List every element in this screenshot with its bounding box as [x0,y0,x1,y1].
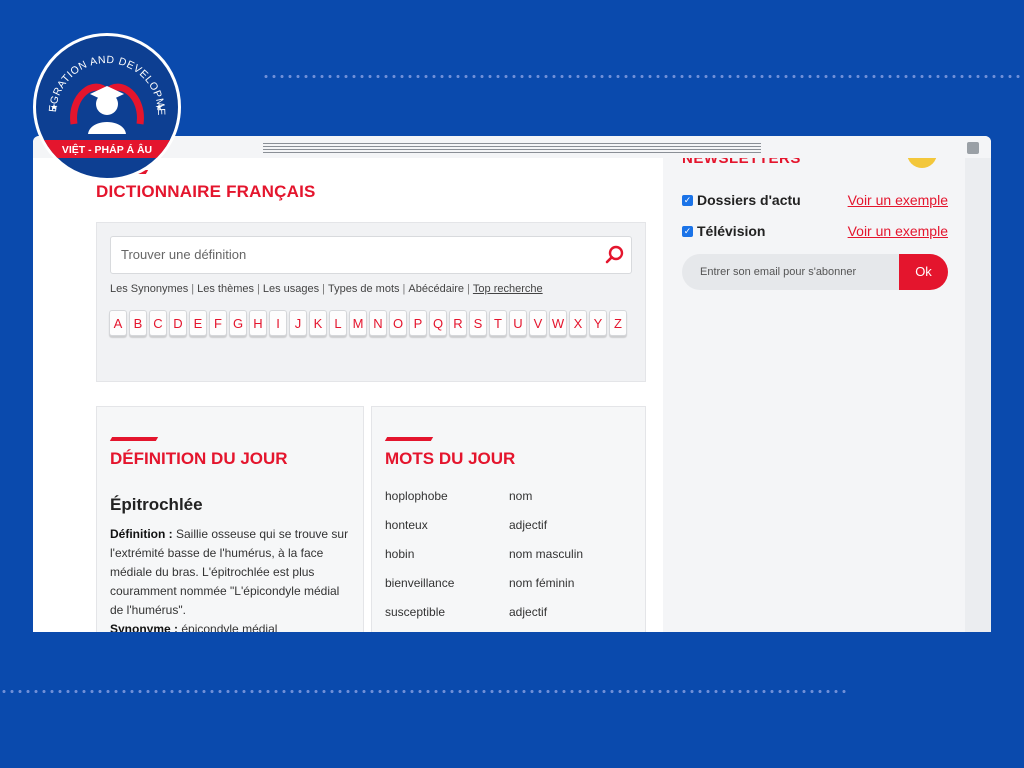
window-control-button[interactable] [967,142,979,154]
mot-word[interactable]: honteux [385,518,509,547]
link-types-de-mots[interactable]: Types de mots [328,283,400,295]
mot-word[interactable]: bienveillance [385,576,509,605]
mots-du-jour-heading: MOTS DU JOUR [385,449,516,468]
newsletter-title: NEWSLETTERS [682,158,801,167]
search-input[interactable]: Trouver une définition [110,236,632,274]
newsletter-checkbox[interactable]: ✓ [682,226,693,237]
letter-button[interactable]: M [349,310,367,336]
letter-button[interactable]: D [169,310,187,336]
scrollbar[interactable] [965,158,991,632]
svg-text:★: ★ [155,102,163,112]
letter-button[interactable]: N [369,310,387,336]
integration-development-logo: INTEGRATION AND DEVELOPMENT ★ ★ VIỆT - P… [33,33,181,181]
letter-button[interactable]: J [289,310,307,336]
mot-type: adjectif [509,605,548,619]
mot-word[interactable]: hobin [385,547,509,576]
category-links: Les Synonymes | Les thèmes | Les usages | Type… [110,283,543,295]
letter-button[interactable]: Y [589,310,607,336]
definition-text-block: Définition : Saillie osseuse qui se trou… [110,525,350,632]
list-item[interactable]: susceptible adjectif [385,605,635,632]
window-title-bar[interactable] [33,136,991,158]
mot-word[interactable]: hoplophobe [385,489,509,518]
search-icon[interactable] [605,245,625,265]
mot-type: nom féminin [509,576,575,590]
decorative-dots-bottom [0,689,846,694]
newsletter-checkbox[interactable]: ✓ [682,195,693,206]
synonyme-label: Synonyme : [110,622,179,632]
email-field[interactable]: Entrer son email pour s'abonner [682,254,900,290]
link-themes[interactable]: Les thèmes [197,283,254,295]
page-content: DICTIONNAIRE FRANÇAIS Trouver une défini… [33,158,965,632]
letter-button[interactable]: W [549,310,567,336]
link-usages[interactable]: Les usages [263,283,319,295]
mot-type: nom masculin [509,547,584,561]
mots-du-jour-card: MOTS DU JOUR hoplophobe nom honteux adje… [371,406,646,632]
definition-du-jour-heading: DÉFINITION DU JOUR [110,449,288,468]
letter-button[interactable]: O [389,310,407,336]
letter-button[interactable]: Z [609,310,627,336]
newsletter-sidebar: NEWSLETTERS ✓ Dossiers d'actu Voir un ex… [663,158,965,632]
voir-exemple-link[interactable]: Voir un exemple [848,192,948,208]
letter-button[interactable]: G [229,310,247,336]
voir-exemple-link[interactable]: Voir un exemple [848,223,948,239]
logo-banner-text: VIỆT - PHÁP Á ÂU [62,143,152,156]
newsletter-option: ✓ Dossiers d'actu Voir un exemple [682,191,948,211]
letter-button[interactable]: T [489,310,507,336]
mot-type: adjectif [509,518,548,532]
letter-button[interactable]: R [449,310,467,336]
list-item[interactable]: hoplophobe nom [385,489,635,518]
letter-button[interactable]: P [409,310,427,336]
subscribe-ok-button[interactable]: Ok [899,254,948,290]
svg-text:★: ★ [50,102,58,112]
letter-button[interactable]: K [309,310,327,336]
synonyme-value: épicondyle médial [181,622,278,632]
link-top-recherche[interactable]: Top recherche [473,283,543,295]
list-item[interactable]: bienveillance nom féminin [385,576,635,605]
browser-window: DICTIONNAIRE FRANÇAIS Trouver une défini… [33,136,991,632]
search-panel: Trouver une définition Les Synonymes | Les… [96,222,646,382]
letter-button[interactable]: U [509,310,527,336]
logo-graphic: INTEGRATION AND DEVELOPMENT ★ ★ VIỆT - P… [36,36,178,177]
letter-button[interactable]: V [529,310,547,336]
list-item[interactable]: hobin nom masculin [385,547,635,576]
word-of-day-title[interactable]: Épitrochlée [110,495,203,515]
card-accent-bar [384,437,434,441]
newsletter-option-label: Dossiers d'actu [697,192,801,208]
newsletter-option-label: Télévision [697,223,766,239]
mots-list: hoplophobe nom honteux adjectif hobin no… [385,489,635,632]
newsletter-option: ✓ Télévision Voir un exemple [682,222,948,242]
alphabet-index: A B C D E F G H I J K L M N O P Q R S T [109,310,629,336]
drag-handle[interactable] [263,143,761,153]
letter-button[interactable]: L [329,310,347,336]
letter-button[interactable]: H [249,310,267,336]
link-abecedaire[interactable]: Abécédaire [408,283,464,295]
letter-button[interactable]: Q [429,310,447,336]
letter-button[interactable]: B [129,310,147,336]
mot-word[interactable]: susceptible [385,605,509,632]
definition-label: Définition : [110,527,173,541]
letter-button[interactable]: S [469,310,487,336]
page-title: DICTIONNAIRE FRANÇAIS [96,182,316,201]
decorative-dots-top [262,74,1024,79]
link-synonymes[interactable]: Les Synonymes [110,283,188,295]
definition-du-jour-card: DÉFINITION DU JOUR Épitrochlée Définitio… [96,406,364,632]
letter-button[interactable]: F [209,310,227,336]
mot-type: nom [509,489,533,503]
letter-button[interactable]: E [189,310,207,336]
letter-button[interactable]: X [569,310,587,336]
letter-button[interactable]: I [269,310,287,336]
card-accent-bar [109,437,159,441]
letter-button[interactable]: A [109,310,127,336]
newsletter-badge-icon [907,158,937,168]
list-item[interactable]: honteux adjectif [385,518,635,547]
letter-button[interactable]: C [149,310,167,336]
